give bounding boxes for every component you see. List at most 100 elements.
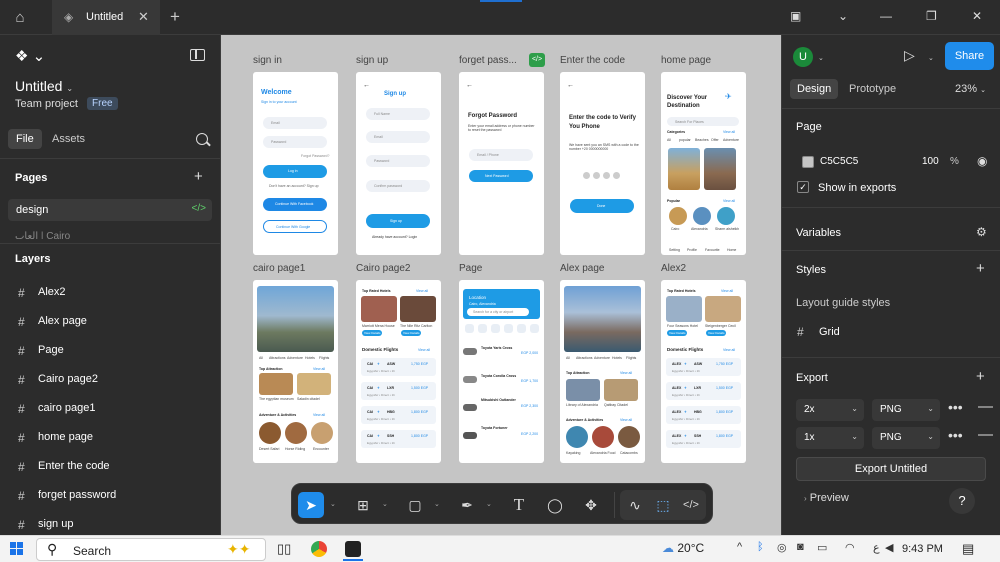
volume-icon[interactable]: ◀	[885, 541, 893, 554]
figma-app-icon[interactable]	[345, 541, 361, 557]
frame-alex-page[interactable]: All Attractions Adventure Hotels Flights…	[560, 280, 645, 463]
frame-cairo-page1[interactable]: All Attractions Adventure Hotels Flights…	[253, 280, 338, 463]
eye-icon[interactable]: ◉	[977, 154, 987, 168]
taskbar-search[interactable]: ⚲ Search ✦✦	[36, 538, 266, 561]
page-item-two[interactable]: ألعاب | Cairo	[15, 231, 70, 239]
file-title[interactable]: Untitled ⌄	[15, 78, 73, 94]
tray-chevron-icon[interactable]: ^	[737, 541, 742, 553]
export-button[interactable]: Export Untitled	[796, 457, 986, 481]
grid-style[interactable]: Grid	[819, 326, 840, 338]
windows-start-icon[interactable]	[10, 542, 24, 556]
chrome-icon[interactable]	[311, 541, 327, 557]
layer-item[interactable]: # Cairo page2	[0, 367, 221, 393]
frame-sign-up[interactable]: ← Sign up Full Name Email Password Confi…	[356, 72, 441, 255]
preview-toggle[interactable]: › Preview	[804, 492, 849, 504]
bluetooth-icon[interactable]: ᛒ	[757, 541, 764, 553]
layer-item[interactable]: # home page	[0, 425, 221, 451]
zoom-level[interactable]: 23% ⌄	[955, 83, 986, 95]
frame-tool-caret[interactable]: ⌄	[382, 500, 388, 508]
sidebar-toggle-icon[interactable]	[190, 49, 205, 61]
rectangle-tool-icon[interactable]: ▢	[402, 492, 428, 518]
layer-item[interactable]: # Alex2	[0, 280, 221, 306]
color-swatch[interactable]	[802, 156, 814, 168]
search-icon[interactable]	[196, 133, 208, 145]
frame-label[interactable]: Alex page	[560, 263, 604, 274]
text-tool-icon[interactable]: T	[506, 492, 532, 518]
add-page-icon[interactable]: +	[194, 168, 203, 185]
frame-label[interactable]: Alex2	[661, 263, 686, 274]
file-tab[interactable]: ◈ Untitled ✕	[52, 0, 160, 35]
language-indicator[interactable]: ع	[873, 541, 880, 554]
frame-enter-code[interactable]: ← Enter the code to Verify You Phone We …	[560, 72, 645, 255]
new-tab-icon[interactable]: +	[170, 7, 180, 27]
wifi-icon[interactable]: ◠	[845, 541, 855, 554]
frame-label[interactable]: Cairo page2	[356, 263, 410, 274]
frame-forgot-password[interactable]: ← Forgot Password Enter your email addre…	[459, 72, 544, 255]
battery-icon[interactable]: ▭	[817, 541, 827, 554]
page-opacity-value[interactable]: 100	[922, 156, 939, 167]
variables-settings-icon[interactable]: ⚙	[976, 225, 987, 239]
add-export-icon[interactable]: +	[976, 368, 985, 385]
tab-file[interactable]: File	[8, 129, 42, 149]
export-scale-select[interactable]: 1x ⌄	[796, 427, 864, 449]
page-color-field[interactable]: C5C5C5	[796, 151, 914, 173]
pen-tool-caret[interactable]: ⌄	[486, 500, 492, 508]
notification-icon[interactable]: ▤	[962, 541, 974, 557]
actions-tool-icon[interactable]: ✥	[578, 492, 604, 518]
present-caret-icon[interactable]: ⌄	[928, 54, 934, 62]
help-button[interactable]: ?	[949, 488, 975, 514]
move-tool-icon[interactable]: ➤	[298, 492, 324, 518]
avatar[interactable]: U	[793, 47, 813, 67]
tab-overview-icon[interactable]: ▣	[790, 9, 801, 23]
camera-icon[interactable]: ◙	[797, 541, 804, 553]
comment-tool-icon[interactable]: ◯	[542, 492, 568, 518]
team-name[interactable]: Team project	[15, 98, 78, 110]
close-window-icon[interactable]: ✕	[972, 9, 982, 23]
variables-heading[interactable]: Variables	[796, 227, 841, 239]
frame-label[interactable]: sign in	[253, 55, 282, 66]
frame-home-page[interactable]: Discover Your Destination ✈ Search For P…	[661, 72, 746, 255]
close-tab-icon[interactable]: ✕	[138, 9, 149, 25]
present-icon[interactable]: ▷	[904, 47, 915, 64]
frame-label[interactable]: forget pass...	[459, 55, 517, 66]
layer-item[interactable]: # Enter the code	[0, 454, 221, 480]
remove-export-icon[interactable]: —	[978, 426, 993, 443]
show-exports-checkbox[interactable]: ✓	[797, 181, 809, 193]
page-item-design[interactable]: design </>	[8, 199, 212, 221]
tab-prototype[interactable]: Prototype	[849, 83, 896, 95]
more-options-icon[interactable]: •••	[948, 427, 963, 443]
layer-item[interactable]: # Alex page	[0, 309, 221, 335]
avatar-caret-icon[interactable]: ⌄	[818, 54, 824, 62]
dev-ready-icon[interactable]: </>	[529, 53, 545, 67]
frame-sign-in[interactable]: Welcome Sign in to your account Email Pa…	[253, 72, 338, 255]
more-options-icon[interactable]: •••	[948, 399, 963, 415]
minimize-icon[interactable]: —	[880, 9, 892, 23]
plan-badge[interactable]: Free	[87, 97, 118, 110]
pen-tool-icon[interactable]: ✒	[454, 492, 480, 518]
window-menu-icon[interactable]: ⌄	[838, 9, 848, 23]
task-view-icon[interactable]: ▯▯	[277, 541, 293, 557]
remove-export-icon[interactable]: —	[978, 398, 993, 415]
frame-label[interactable]: home page	[661, 55, 711, 66]
design-canvas[interactable]: sign in sign up forget pass... </> Enter…	[221, 35, 781, 535]
frame-label[interactable]: Page	[459, 263, 482, 274]
tab-assets[interactable]: Assets	[52, 133, 85, 145]
layer-item[interactable]: # cairo page1	[0, 396, 221, 422]
export-format-select[interactable]: PNG ⌄	[872, 399, 940, 421]
restore-icon[interactable]: ❐	[926, 9, 937, 23]
draw-mode-icon[interactable]: ∿	[622, 492, 648, 518]
frame-label[interactable]: cairo page1	[253, 263, 305, 274]
frame-label[interactable]: Enter the code	[560, 55, 625, 66]
figma-menu-icon[interactable]: ❖ ⌄	[15, 47, 45, 65]
export-scale-select[interactable]: 2x ⌄	[796, 399, 864, 421]
frame-page-cars[interactable]: Location Cairo, Alexandria Search for a …	[459, 280, 544, 463]
move-tool-caret[interactable]: ⌄	[330, 500, 336, 508]
design-mode-icon[interactable]: ⬚	[650, 492, 676, 518]
tab-design[interactable]: Design	[790, 79, 839, 99]
export-format-select[interactable]: PNG ⌄	[872, 427, 940, 449]
dev-mode-icon[interactable]: </>	[678, 492, 704, 518]
frame-label[interactable]: sign up	[356, 55, 388, 66]
frame-tool-icon[interactable]: ⊞	[350, 492, 376, 518]
add-style-icon[interactable]: +	[976, 260, 985, 277]
layer-item[interactable]: # forget password	[0, 483, 221, 509]
